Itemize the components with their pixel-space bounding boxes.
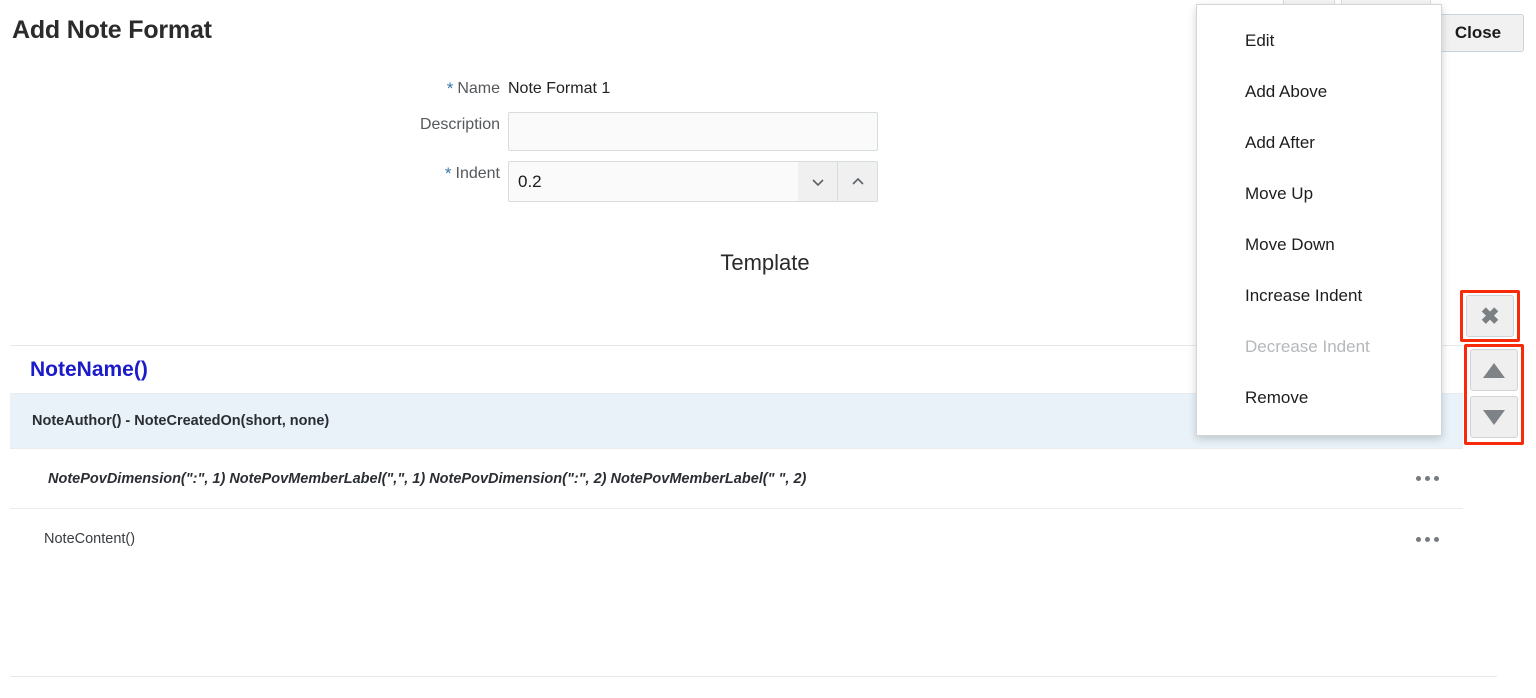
close-button[interactable]: Close (1432, 14, 1524, 52)
move-row-down-button[interactable] (1470, 396, 1518, 438)
menu-item-edit[interactable]: Edit (1197, 15, 1441, 66)
template-row-text: NotePovDimension(":", 1) NotePovMemberLa… (10, 471, 1403, 487)
note-format-form: *Name Note Format 1 Description *Indent (0, 76, 900, 212)
chevron-down-icon[interactable] (798, 161, 838, 202)
required-asterisk-icon: * (445, 164, 452, 183)
template-row-text: NoteAuthor() - NoteCreatedOn(short, none… (10, 413, 1403, 429)
triangle-up-icon (1483, 363, 1505, 378)
move-row-up-button[interactable] (1470, 349, 1518, 391)
description-label: Description (0, 112, 508, 138)
menu-item-move-down[interactable]: Move Down (1197, 219, 1441, 270)
indent-input[interactable] (508, 161, 798, 202)
chevron-up-icon[interactable] (838, 161, 878, 202)
indent-stepper (508, 161, 878, 202)
delete-row-button[interactable]: ✖ (1466, 295, 1514, 337)
indent-label: *Indent (0, 161, 508, 187)
ellipsis-icon[interactable] (1403, 537, 1463, 542)
menu-item-add-after[interactable]: Add After (1197, 117, 1441, 168)
name-value: Note Format 1 (508, 76, 610, 102)
form-row-description: Description (0, 112, 900, 151)
ellipsis-icon[interactable] (1403, 476, 1463, 481)
form-row-indent: *Indent (0, 161, 900, 202)
table-row[interactable]: NotePovDimension(":", 1) NotePovMemberLa… (10, 449, 1463, 509)
menu-item-remove[interactable]: Remove (1197, 372, 1441, 423)
add-note-format-dialog: Add Note Format Close *Name Note Format … (0, 0, 1536, 698)
menu-item-decrease-indent: Decrease Indent (1197, 321, 1441, 372)
description-input[interactable] (508, 112, 878, 151)
menu-item-move-up[interactable]: Move Up (1197, 168, 1441, 219)
triangle-down-icon (1483, 410, 1505, 425)
required-asterisk-icon: * (447, 79, 454, 98)
template-row-text: NoteName() (10, 358, 1403, 382)
menu-item-add-above[interactable]: Add Above (1197, 66, 1441, 117)
section-divider-bottom (10, 676, 1497, 677)
name-label: *Name (0, 76, 508, 102)
table-row[interactable]: NoteContent() (10, 509, 1463, 569)
page-title: Add Note Format (12, 16, 212, 45)
close-x-icon: ✖ (1480, 305, 1499, 328)
template-row-text: NoteContent() (10, 531, 1403, 547)
menu-item-increase-indent[interactable]: Increase Indent (1197, 270, 1441, 321)
row-context-menu: Edit Add Above Add After Move Up Move Do… (1196, 4, 1442, 436)
form-row-name: *Name Note Format 1 (0, 76, 900, 102)
